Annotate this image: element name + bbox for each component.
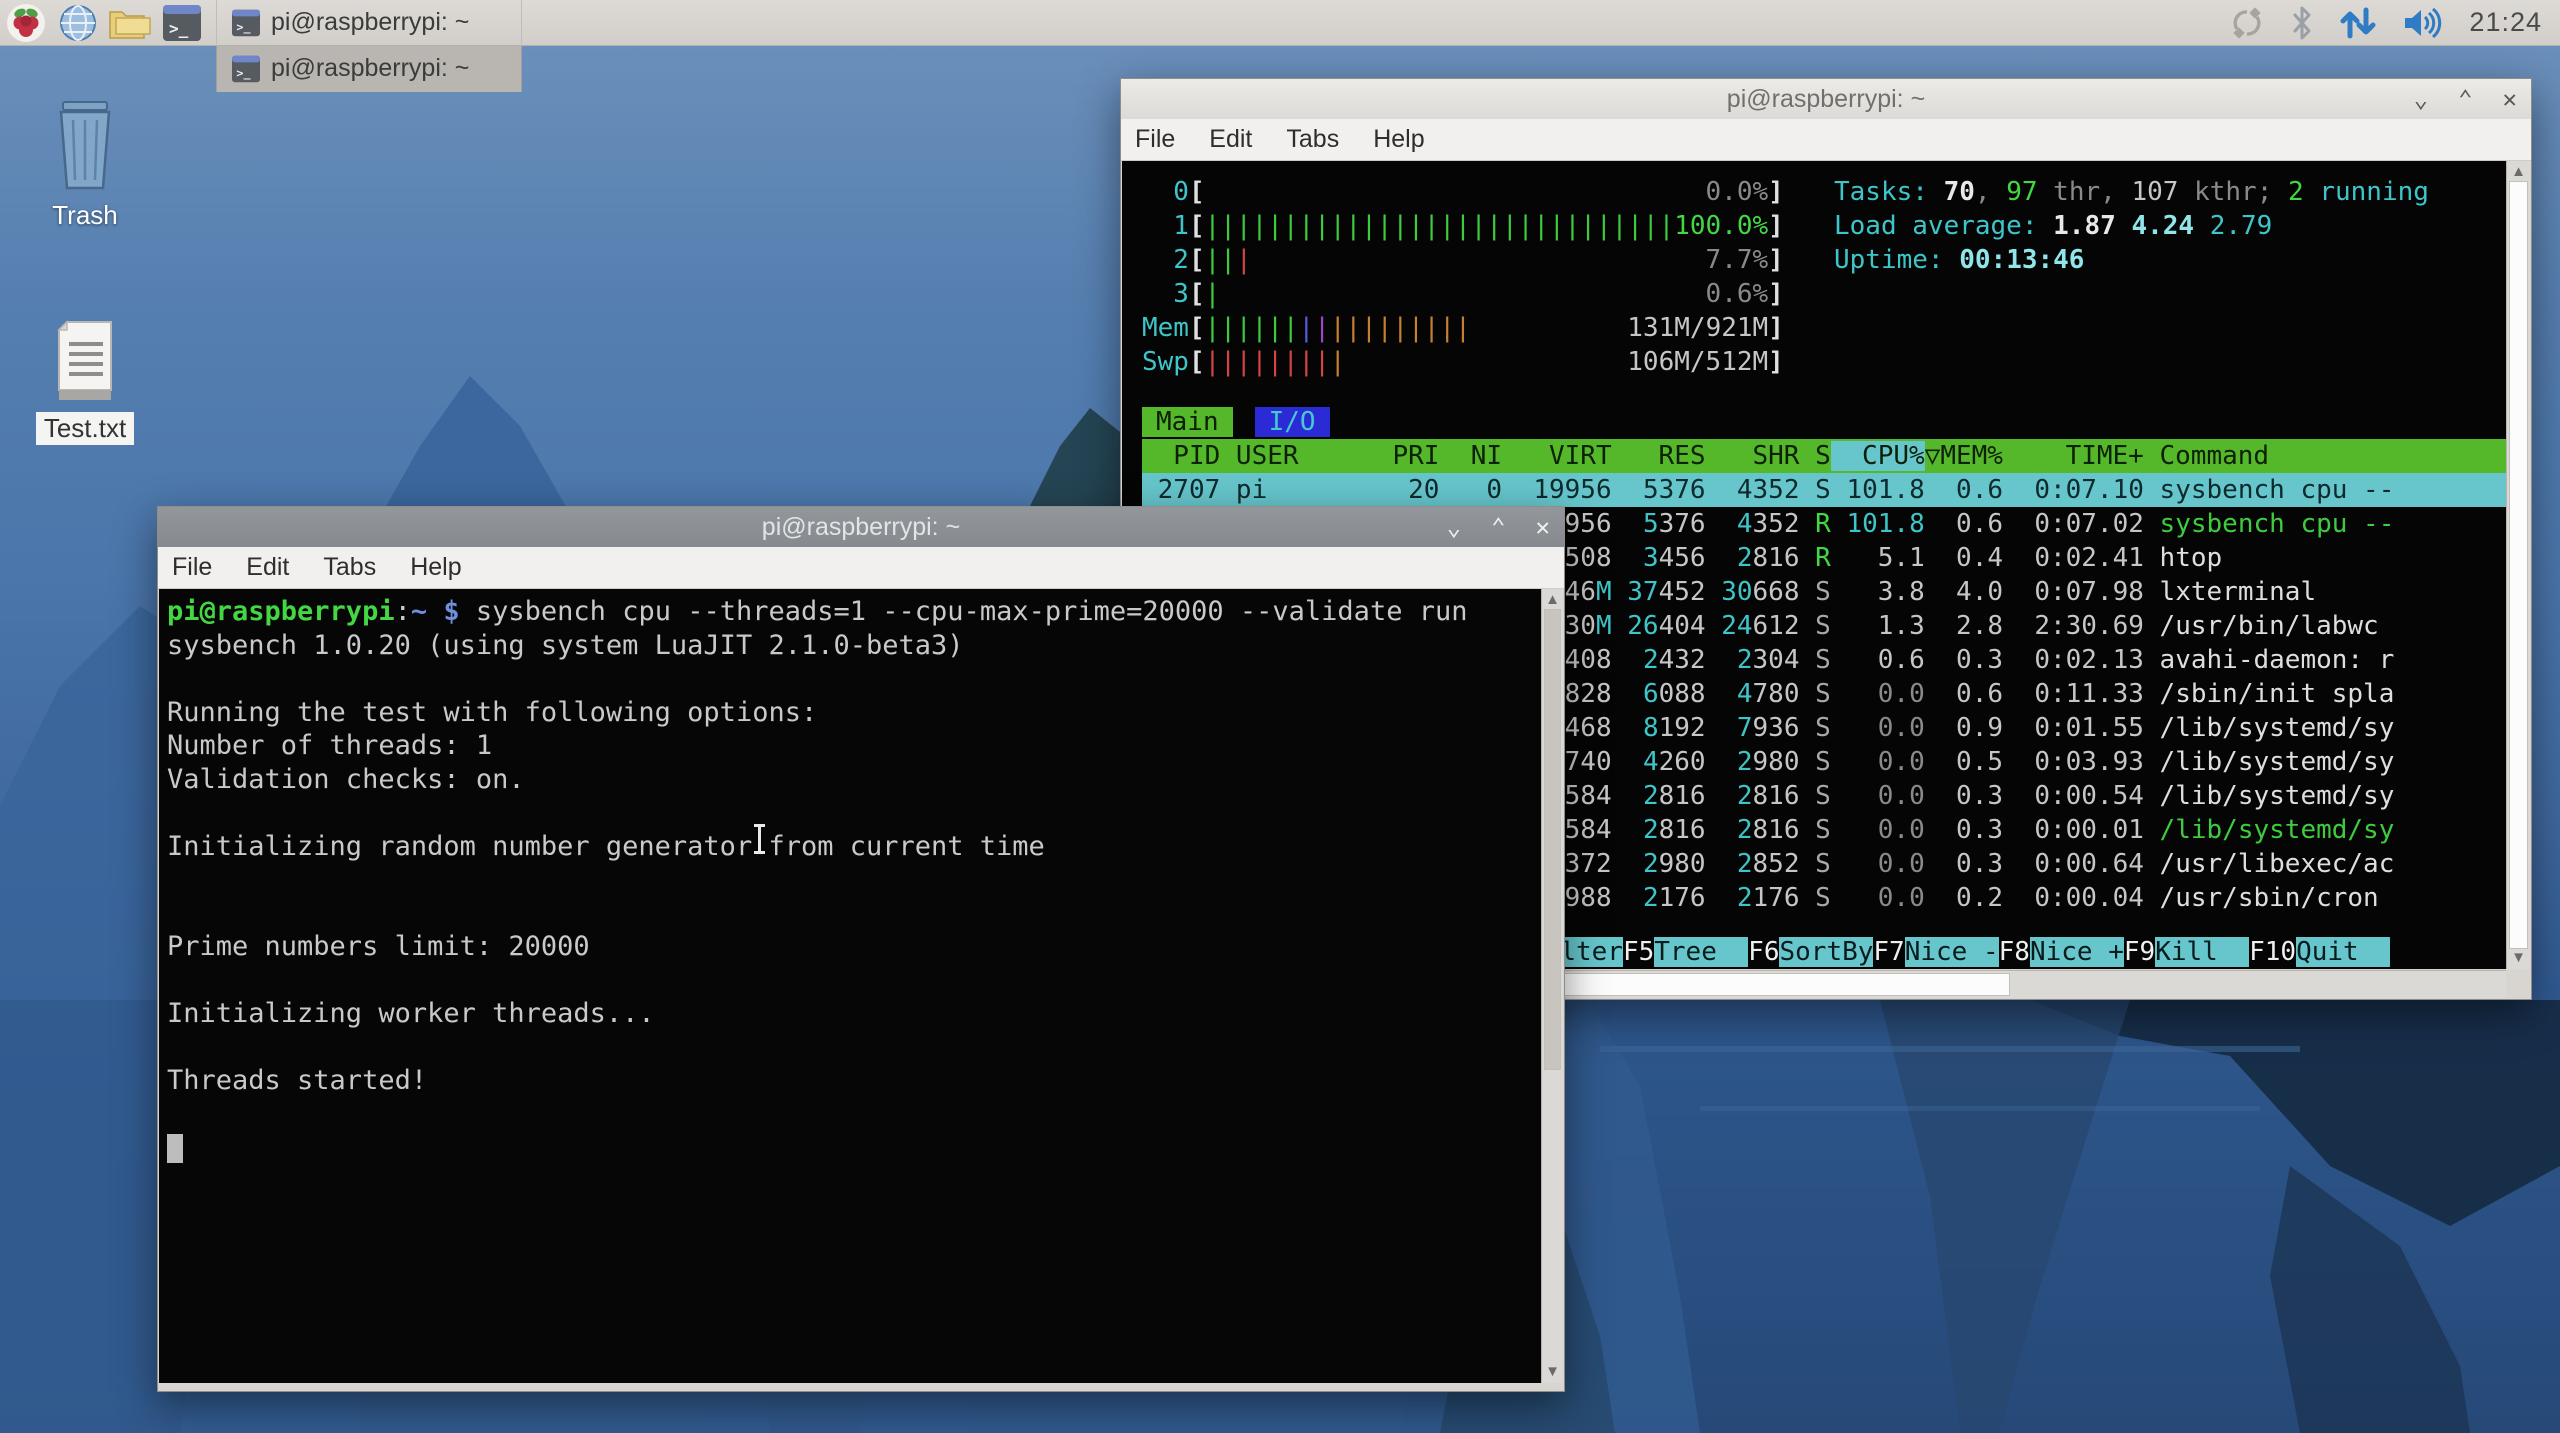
terminal-line: pi@raspberrypi:~ $ sysbench cpu --thread… — [167, 595, 1541, 629]
fkey-f8[interactable]: F8Nice + — [1999, 935, 2124, 969]
terminal-line — [167, 1098, 1541, 1132]
minimize-icon[interactable]: ⌄ — [2414, 87, 2428, 111]
terminal-line — [167, 964, 1541, 998]
terminal-line — [167, 897, 1541, 931]
taskbar: >_ ~/Desktop/Test.txt - ..>_pi@raspberry… — [0, 0, 2560, 46]
terminal-line: Running the test with following options: — [167, 696, 1541, 730]
tab-main[interactable]: Main — [1142, 407, 1233, 437]
desktop-icon-testtxt[interactable]: Test.txt — [20, 320, 150, 445]
fkey-f5[interactable]: F5Tree — [1623, 935, 1748, 969]
scrollbar-thumb[interactable] — [2509, 181, 2528, 949]
trash-icon — [20, 100, 150, 192]
menu-file[interactable]: File — [172, 553, 212, 582]
terminal-line — [167, 1031, 1541, 1065]
close-icon[interactable]: ✕ — [2503, 87, 2517, 111]
menu-button[interactable] — [0, 0, 52, 46]
svg-text:>_: >_ — [236, 20, 251, 35]
desktop: >_ ~/Desktop/Test.txt - ..>_pi@raspberry… — [0, 0, 2560, 1433]
window-title: pi@raspberrypi: ~ — [1121, 85, 2531, 114]
desktop-icon-label: Trash — [20, 200, 150, 231]
text-file-icon — [20, 320, 150, 404]
scroll-up-icon[interactable]: ▲ — [1542, 591, 1563, 609]
scrollbar-thumb[interactable] — [1544, 609, 1561, 1070]
system-tray: 21:24 — [2229, 5, 2560, 41]
terminal-line — [167, 662, 1541, 696]
menu-edit[interactable]: Edit — [246, 553, 289, 582]
terminal-line — [167, 863, 1541, 897]
terminal-screen[interactable]: pi@raspberrypi:~ $ sysbench cpu --thread… — [159, 589, 1541, 1383]
clock[interactable]: 21:24 — [2469, 7, 2542, 38]
terminal-line: sysbench 1.0.20 (using system LuaJIT 2.1… — [167, 629, 1541, 663]
terminal-line: Threads started! — [167, 1064, 1541, 1098]
terminal-line — [167, 796, 1541, 830]
terminal-icon: >_ — [162, 4, 202, 42]
task-button-label: pi@raspberrypi: ~ — [271, 54, 469, 83]
terminal-line — [167, 1131, 1541, 1165]
fkey-f7[interactable]: F7Nice - — [1873, 935, 1998, 969]
terminal-window-titlebar[interactable]: pi@raspberrypi: ~ ⌄ ⌃ ✕ — [158, 507, 1564, 547]
maximize-icon[interactable]: ⌃ — [2458, 87, 2472, 111]
desktop-icon-trash[interactable]: Trash — [20, 100, 150, 231]
file-manager-button[interactable] — [104, 0, 156, 46]
cpu-meter: Mem[||||||||||||||||| 131M/921M] — [1142, 311, 2506, 345]
menu-tabs[interactable]: Tabs — [1286, 125, 1339, 154]
fkey-f10[interactable]: F10Quit — [2249, 935, 2390, 969]
updates-icon[interactable] — [2229, 5, 2265, 41]
terminal-menubar: File Edit Tabs Help — [158, 547, 1564, 589]
task-button-label: pi@raspberrypi: ~ — [271, 8, 469, 37]
terminal-line: Prime numbers limit: 20000 — [167, 930, 1541, 964]
cpu-meter: 3[| 0.6%] — [1142, 277, 2506, 311]
sysbench-terminal-window: pi@raspberrypi: ~ ⌄ ⌃ ✕ File Edit Tabs Help… — [157, 506, 1565, 1392]
scroll-down-icon[interactable]: ▼ — [2507, 949, 2530, 967]
menu-file[interactable]: File — [1135, 125, 1175, 154]
menu-help[interactable]: Help — [410, 553, 461, 582]
scroll-up-icon[interactable]: ▲ — [2507, 163, 2530, 181]
folder-icon — [108, 4, 152, 42]
tasks-summary: Tasks: 70, 97 thr, 107 kthr; 2 runningLo… — [1834, 175, 2429, 277]
maximize-icon[interactable]: ⌃ — [1491, 515, 1505, 539]
task-button-1[interactable]: >_ pi@raspberrypi: ~ — [216, 0, 522, 46]
minimize-icon[interactable]: ⌄ — [1447, 515, 1461, 539]
htop-window-titlebar[interactable]: pi@raspberrypi: ~ ⌄ ⌃ ✕ — [1121, 79, 2531, 119]
raspberry-icon — [6, 3, 46, 43]
task-button-area: ~/Desktop/Test.txt - ..>_pi@raspberrypi:… — [208, 0, 522, 92]
htop-menubar: File Edit Tabs Help — [1121, 119, 2531, 161]
bluetooth-icon[interactable] — [2291, 6, 2313, 40]
process-row[interactable]: 2707 pi 20 0 19956 5376 4352 S 101.8 0.6… — [1142, 473, 2506, 507]
globe-icon — [58, 3, 98, 43]
htop-vertical-scrollbar[interactable]: ▲ ▼ — [2506, 161, 2530, 969]
menu-tabs[interactable]: Tabs — [323, 553, 376, 582]
network-icon[interactable] — [2339, 6, 2377, 40]
svg-text:>_: >_ — [236, 66, 251, 81]
summary-line: Uptime: 00:13:46 — [1834, 243, 2429, 277]
menu-help[interactable]: Help — [1373, 125, 1424, 154]
terminal-icon: >_ — [231, 9, 261, 37]
volume-icon[interactable] — [2403, 6, 2443, 40]
terminal-icon: >_ — [231, 55, 261, 83]
scroll-down-icon[interactable]: ▼ — [1542, 1363, 1563, 1381]
terminal-line: Initializing worker threads... — [167, 997, 1541, 1031]
browser-button[interactable] — [52, 0, 104, 46]
menu-edit[interactable]: Edit — [1209, 125, 1252, 154]
terminal-cursor — [167, 1134, 183, 1163]
htop-tabs: Main I/O — [1142, 405, 2506, 439]
summary-line: Tasks: 70, 97 thr, 107 kthr; 2 running — [1834, 175, 2429, 209]
svg-text:>_: >_ — [169, 19, 189, 38]
terminal-vertical-scrollbar[interactable]: ▲ ▼ — [1541, 589, 1563, 1383]
terminal-line: Validation checks: on. — [167, 763, 1541, 797]
terminal-line: Number of threads: 1 — [167, 729, 1541, 763]
process-table-header[interactable]: PID USER PRI NI VIRT RES SHR S CPU%▽MEM%… — [1142, 439, 2506, 473]
desktop-icon-label: Test.txt — [36, 412, 134, 445]
terminal-launcher-button[interactable]: >_ — [156, 0, 208, 46]
terminal-line: Initializing random number generator fro… — [167, 830, 1541, 864]
fkey-f9[interactable]: F9Kill — [2124, 935, 2249, 969]
fkey-f6[interactable]: F6SortBy — [1748, 935, 1873, 969]
cpu-meter: Swp[||||||||| 106M/512M] — [1142, 345, 2506, 379]
task-button-2[interactable]: >_ pi@raspberrypi: ~ — [216, 46, 522, 92]
summary-line: Load average: 1.87 4.24 2.79 — [1834, 209, 2429, 243]
tab-io[interactable]: I/O — [1255, 407, 1330, 437]
close-icon[interactable]: ✕ — [1536, 515, 1550, 539]
window-title: pi@raspberrypi: ~ — [158, 513, 1564, 542]
text-cursor-pointer — [758, 826, 761, 852]
